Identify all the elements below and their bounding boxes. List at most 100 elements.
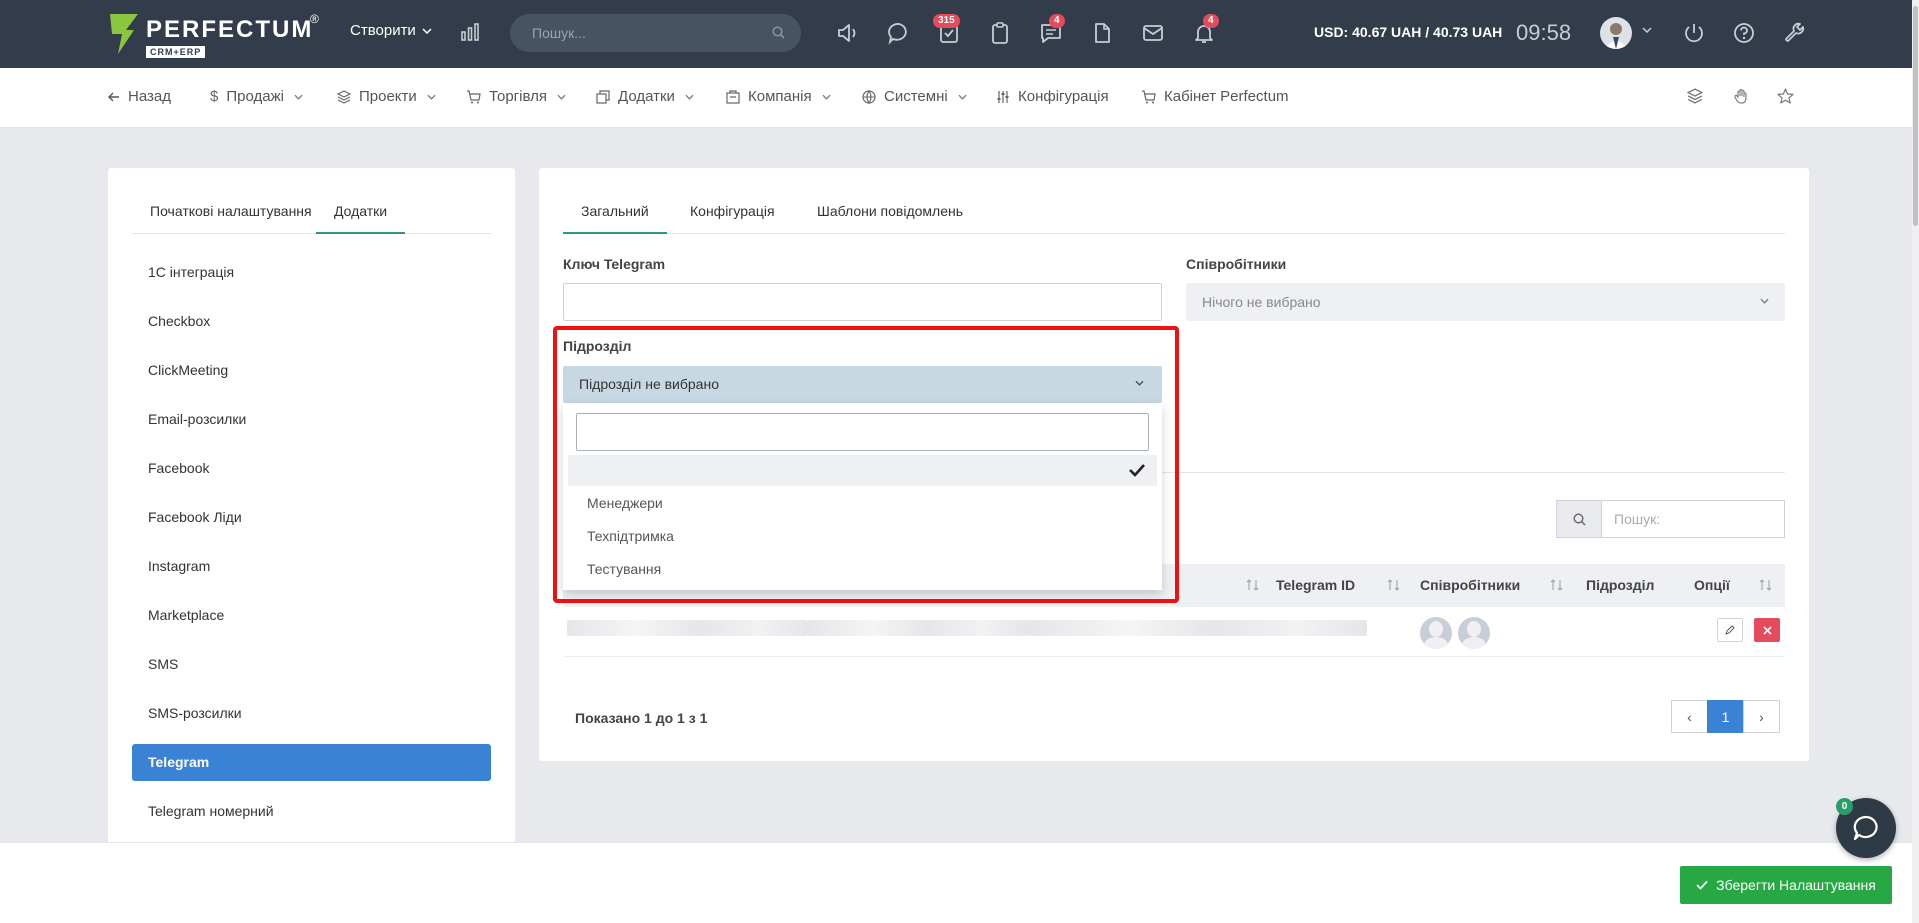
employees-select-value: Нічого не вибрано bbox=[1202, 294, 1321, 310]
settings-tabs: Загальний Конфігурація Шаблони повідомле… bbox=[563, 168, 1785, 234]
power-icon[interactable] bbox=[1682, 21, 1706, 45]
chevron-down-icon bbox=[294, 94, 303, 100]
nav-projects-label: Проекти bbox=[359, 88, 417, 105]
pagination-prev[interactable]: ‹ bbox=[1671, 700, 1708, 733]
nav-sales[interactable]: $ Продажі bbox=[210, 88, 303, 105]
blurred-cell bbox=[807, 620, 1027, 636]
highlight-outline bbox=[553, 326, 1179, 603]
chevron-down-icon[interactable] bbox=[1642, 27, 1652, 33]
search-icon bbox=[1572, 512, 1586, 526]
nav-projects[interactable]: Проекти bbox=[337, 88, 436, 105]
nav-system[interactable]: Системні bbox=[862, 88, 967, 105]
logo-registered-mark: ® bbox=[310, 12, 319, 26]
nav-configuration-label: Конфігурація bbox=[1018, 88, 1109, 105]
column-department[interactable]: Підрозділ bbox=[1586, 577, 1654, 593]
star-icon[interactable] bbox=[1777, 88, 1794, 104]
create-menu-button[interactable]: Створити bbox=[350, 22, 432, 39]
tasks-badge: 315 bbox=[933, 14, 960, 28]
sidebar-item-facebook-leads[interactable]: Facebook Ліди bbox=[132, 499, 491, 536]
sidebar-item-marketplace[interactable]: Marketplace bbox=[132, 597, 491, 634]
logo-subtitle: CRM+ERP bbox=[146, 46, 206, 58]
sidebar-item-checkbox[interactable]: Checkbox bbox=[132, 303, 491, 340]
bar-chart-icon[interactable] bbox=[460, 22, 480, 42]
edit-button[interactable] bbox=[1717, 618, 1743, 642]
column-telegram-id[interactable]: Telegram ID bbox=[1276, 577, 1355, 593]
column-employees[interactable]: Співробітники bbox=[1420, 577, 1520, 593]
blurred-cell bbox=[567, 620, 807, 636]
help-icon[interactable] bbox=[1732, 21, 1756, 45]
top-bar: PERFECTUM CRM+ERP ® Створити 315 4 bbox=[0, 0, 1919, 68]
global-search-input[interactable] bbox=[510, 14, 750, 52]
sidebar-item-clickmeeting[interactable]: ClickMeeting bbox=[132, 352, 491, 389]
user-avatar[interactable] bbox=[1600, 17, 1632, 49]
pagination-next[interactable]: › bbox=[1743, 700, 1780, 733]
pagination: ‹ 1 › bbox=[1671, 700, 1780, 733]
sort-icon[interactable] bbox=[1246, 579, 1260, 591]
document-icon[interactable] bbox=[1090, 21, 1114, 45]
chat-icon[interactable] bbox=[887, 21, 911, 45]
globe-icon bbox=[862, 89, 876, 104]
chat-icon bbox=[1853, 815, 1878, 841]
arrow-left-icon bbox=[108, 92, 119, 101]
employee-avatar[interactable] bbox=[1420, 617, 1452, 649]
sidebar-item-1c-integration[interactable]: 1C інтеграція bbox=[132, 254, 491, 291]
sidebar-item-sms-mailings[interactable]: SMS-розсилки bbox=[132, 695, 491, 732]
mail-icon[interactable] bbox=[1141, 21, 1165, 45]
sidebar-item-facebook[interactable]: Facebook bbox=[132, 450, 491, 487]
nav-addons[interactable]: Додатки bbox=[596, 88, 694, 105]
sidebar-item-telegram-number[interactable]: Telegram номерний bbox=[132, 793, 491, 830]
notifications-badge: 4 bbox=[1203, 14, 1219, 28]
sidebar-item-telegram[interactable]: Telegram bbox=[132, 744, 491, 781]
blurred-cell bbox=[1027, 620, 1367, 636]
nav-back[interactable]: Назад bbox=[108, 88, 171, 105]
tab-message-templates[interactable]: Шаблони повідомлень bbox=[817, 203, 963, 219]
nav-trade[interactable]: Торгівля bbox=[466, 88, 566, 105]
sort-icon[interactable] bbox=[1387, 579, 1401, 591]
sidebar-item-sms[interactable]: SMS bbox=[132, 646, 491, 683]
logo-text: PERFECTUM bbox=[146, 16, 314, 43]
save-settings-button[interactable]: Зберегти Налаштування bbox=[1680, 866, 1892, 904]
copy-icon bbox=[596, 89, 610, 104]
sort-icon[interactable] bbox=[1550, 579, 1564, 591]
table-search-button[interactable] bbox=[1556, 500, 1601, 538]
nav-back-label: Назад bbox=[128, 88, 171, 105]
chat-badge: 0 bbox=[1836, 798, 1853, 815]
chevron-down-icon bbox=[557, 94, 566, 100]
nav-company[interactable]: Компанія bbox=[726, 88, 831, 105]
perfectum-logo[interactable]: PERFECTUM CRM+ERP ® bbox=[108, 12, 319, 58]
column-options: Опції bbox=[1694, 577, 1730, 593]
nav-addons-label: Додатки bbox=[618, 88, 675, 105]
nav-perfectum-cabinet-label: Кабінет Perfectum bbox=[1164, 88, 1289, 105]
close-icon bbox=[1762, 625, 1772, 635]
nav-configuration[interactable]: Конфігурація bbox=[996, 88, 1109, 105]
tab-initial-settings[interactable]: Початкові налаштування bbox=[150, 203, 312, 219]
nav-company-label: Компанія bbox=[748, 88, 812, 105]
sidebar-item-instagram[interactable]: Instagram bbox=[132, 548, 491, 585]
tab-general[interactable]: Загальний bbox=[563, 203, 667, 234]
cart-icon bbox=[1142, 89, 1156, 103]
table-search[interactable] bbox=[1556, 500, 1785, 538]
hand-icon[interactable] bbox=[1733, 88, 1749, 104]
sidebar-item-email-mailings[interactable]: Email-розсилки bbox=[132, 401, 491, 438]
comments-badge: 4 bbox=[1049, 14, 1065, 28]
wrench-icon[interactable] bbox=[1783, 21, 1807, 45]
nav-bar: Назад $ Продажі Проекти Торгівля Додатки… bbox=[0, 68, 1919, 128]
tab-configuration[interactable]: Конфігурація bbox=[690, 203, 775, 219]
layers-icon[interactable] bbox=[1687, 88, 1703, 104]
building-icon bbox=[726, 89, 740, 104]
chevron-down-icon bbox=[427, 94, 436, 100]
delete-button[interactable] bbox=[1754, 618, 1780, 642]
clipboard-icon[interactable] bbox=[988, 21, 1012, 45]
scrollbar-thumb[interactable] bbox=[1913, 6, 1918, 226]
telegram-key-input[interactable] bbox=[563, 283, 1162, 321]
sort-icon[interactable] bbox=[1759, 579, 1773, 591]
employee-avatar[interactable] bbox=[1458, 617, 1490, 649]
megaphone-icon[interactable] bbox=[836, 21, 860, 45]
page-scrollbar[interactable] bbox=[1912, 0, 1919, 923]
table-search-input[interactable] bbox=[1601, 500, 1785, 538]
employees-select[interactable]: Нічого не вибрано bbox=[1186, 283, 1785, 321]
tab-addons[interactable]: Додатки bbox=[315, 203, 406, 234]
nav-perfectum-cabinet[interactable]: Кабінет Perfectum bbox=[1141, 88, 1289, 105]
pagination-page-1[interactable]: 1 bbox=[1707, 700, 1744, 733]
global-search[interactable] bbox=[510, 14, 801, 52]
